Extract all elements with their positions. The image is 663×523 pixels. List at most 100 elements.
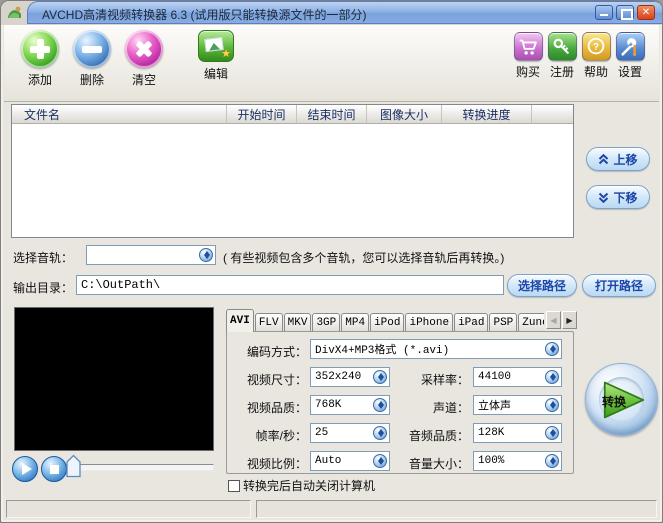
dropdown-arrows-icon[interactable] (373, 398, 387, 412)
open-path-label: 打开路径 (594, 279, 643, 293)
shutdown-checkbox-label: 转换完后自动关闭计算机 (243, 479, 376, 493)
move-up-button[interactable]: 上移 (586, 147, 650, 171)
move-down-button[interactable]: 下移 (586, 185, 650, 209)
dropdown-arrows-icon[interactable] (545, 426, 559, 440)
key-icon (547, 32, 577, 61)
help-button-label: 帮助 (583, 65, 608, 79)
seek-slider-thumb[interactable] (66, 454, 81, 478)
edit-button[interactable]: ★ 编辑 (188, 30, 244, 88)
dropdown-arrows-icon[interactable] (373, 454, 387, 468)
shutdown-checkbox[interactable] (228, 479, 240, 492)
maximize-button[interactable] (616, 5, 634, 20)
clear-button[interactable]: 清空 (118, 30, 170, 88)
wrench-icon (615, 32, 645, 61)
audio-track-label: 选择音轨： (13, 251, 74, 265)
stop-button[interactable] (41, 456, 67, 482)
tab-mkv[interactable]: MKV (283, 313, 312, 332)
column-header-image-size[interactable]: 图像大小 (367, 105, 442, 123)
choose-path-label: 选择路径 (517, 279, 566, 293)
title-bar: AVCHD高清视频转换器 6.3 (试用版只能转换源文件的一部分) (1, 1, 662, 25)
tab-scroll-right-button[interactable]: ▶ (562, 311, 577, 329)
audio-track-select[interactable] (86, 245, 216, 265)
audio-quality-select[interactable]: 128K (473, 423, 562, 443)
register-button-label: 注册 (549, 65, 574, 79)
output-dir-input[interactable] (76, 275, 504, 295)
register-button[interactable]: 注册 (545, 32, 579, 80)
column-header-start-time[interactable]: 开始时间 (227, 105, 297, 123)
app-window: AVCHD高清视频转换器 6.3 (试用版只能转换源文件的一部分) 添加 删除 (0, 0, 663, 523)
sample-rate-select[interactable]: 44100 (473, 367, 562, 387)
settings-button[interactable]: 设置 (613, 32, 647, 80)
open-path-button[interactable]: 打开路径 (582, 274, 656, 297)
channels-value: 立体声 (478, 401, 511, 413)
file-list-body[interactable] (12, 124, 573, 237)
settings-button-label: 设置 (617, 65, 642, 79)
video-quality-select[interactable]: 768K (310, 395, 390, 415)
frame-rate-select[interactable]: 25 (310, 423, 390, 443)
minimize-button[interactable] (595, 5, 613, 20)
column-header-filename[interactable]: 文件名 (12, 105, 227, 123)
close-button[interactable] (637, 5, 655, 20)
encoding-label: 编码方式： (246, 345, 307, 359)
buy-button[interactable]: 购买 (511, 32, 545, 80)
file-list-header: 文件名 开始时间 结束时间 图像大小 转换进度 (12, 105, 573, 124)
app-icon (8, 6, 21, 18)
help-button[interactable]: ? 帮助 (579, 32, 613, 80)
dropdown-arrows-icon[interactable] (545, 342, 559, 356)
x-icon (125, 30, 163, 68)
status-cell-left (6, 500, 251, 518)
file-list: 文件名 开始时间 结束时间 图像大小 转换进度 (11, 104, 574, 238)
edit-button-label: 编辑 (203, 67, 228, 81)
question-icon: ? (581, 32, 611, 61)
column-header-end-time[interactable]: 结束时间 (297, 105, 367, 123)
sample-rate-label: 采样率： (420, 373, 469, 387)
convert-button[interactable]: 转换 (585, 363, 658, 436)
play-button[interactable] (12, 456, 38, 482)
tab-ipod[interactable]: iPod (370, 313, 405, 332)
encoding-select[interactable]: DivX4+MP3格式 (*.avi) (310, 339, 562, 359)
dropdown-arrows-icon[interactable] (373, 370, 387, 384)
volume-select[interactable]: 100% (473, 451, 562, 471)
tab-iphone[interactable]: iPhone (405, 313, 454, 332)
video-size-select[interactable]: 352x240 (310, 367, 390, 387)
title-bar-pill: AVCHD高清视频转换器 6.3 (试用版只能转换源文件的一部分) (27, 1, 662, 24)
tab-3gp[interactable]: 3GP (312, 313, 341, 332)
tab-scroll-buttons: ◀ ▶ (545, 311, 577, 329)
chevron-up-icon (599, 153, 609, 164)
play-icon (21, 463, 32, 475)
buy-button-label: 购买 (515, 65, 540, 79)
aspect-ratio-label: 视频比例： (246, 457, 307, 471)
tab-zune[interactable]: Zune (518, 313, 544, 332)
output-dir-label: 输出目录： (13, 281, 74, 295)
tab-scroll-left-button[interactable]: ◀ (546, 311, 561, 329)
column-header-progress[interactable]: 转换进度 (442, 105, 532, 123)
audio-quality-value: 128K (478, 427, 505, 439)
channels-select[interactable]: 立体声 (473, 395, 562, 415)
format-tabs: AVI FLV MKV 3GP MP4 iPod iPhone iPad PSP… (226, 309, 544, 332)
audio-quality-label: 音频品质： (408, 429, 469, 443)
delete-button-label: 删除 (79, 73, 104, 87)
star-icon: ★ (221, 48, 231, 60)
aspect-ratio-select[interactable]: Auto (310, 451, 390, 471)
window-title: AVCHD高清视频转换器 6.3 (试用版只能转换源文件的一部分) (42, 8, 367, 22)
video-preview (14, 307, 214, 451)
dropdown-arrows-icon[interactable] (199, 248, 213, 262)
dropdown-arrows-icon[interactable] (545, 370, 559, 384)
tab-avi[interactable]: AVI (226, 309, 254, 332)
video-quality-label: 视频品质： (246, 401, 307, 415)
tab-flv[interactable]: FLV (254, 313, 283, 332)
choose-path-button[interactable]: 选择路径 (507, 274, 577, 297)
cart-icon (513, 32, 543, 61)
tab-mp4[interactable]: MP4 (341, 313, 370, 332)
tab-ipad[interactable]: iPad (454, 313, 489, 332)
dropdown-arrows-icon[interactable] (373, 426, 387, 440)
delete-button[interactable]: 删除 (66, 30, 118, 88)
convert-button-label: 转换 (601, 395, 626, 409)
add-button[interactable]: 添加 (14, 30, 66, 88)
dropdown-arrows-icon[interactable] (545, 454, 559, 468)
seek-slider-track[interactable] (77, 464, 214, 471)
tab-psp[interactable]: PSP (489, 313, 518, 332)
stop-icon (49, 464, 59, 474)
frame-rate-label: 帧率/秒： (255, 429, 307, 443)
dropdown-arrows-icon[interactable] (545, 398, 559, 412)
